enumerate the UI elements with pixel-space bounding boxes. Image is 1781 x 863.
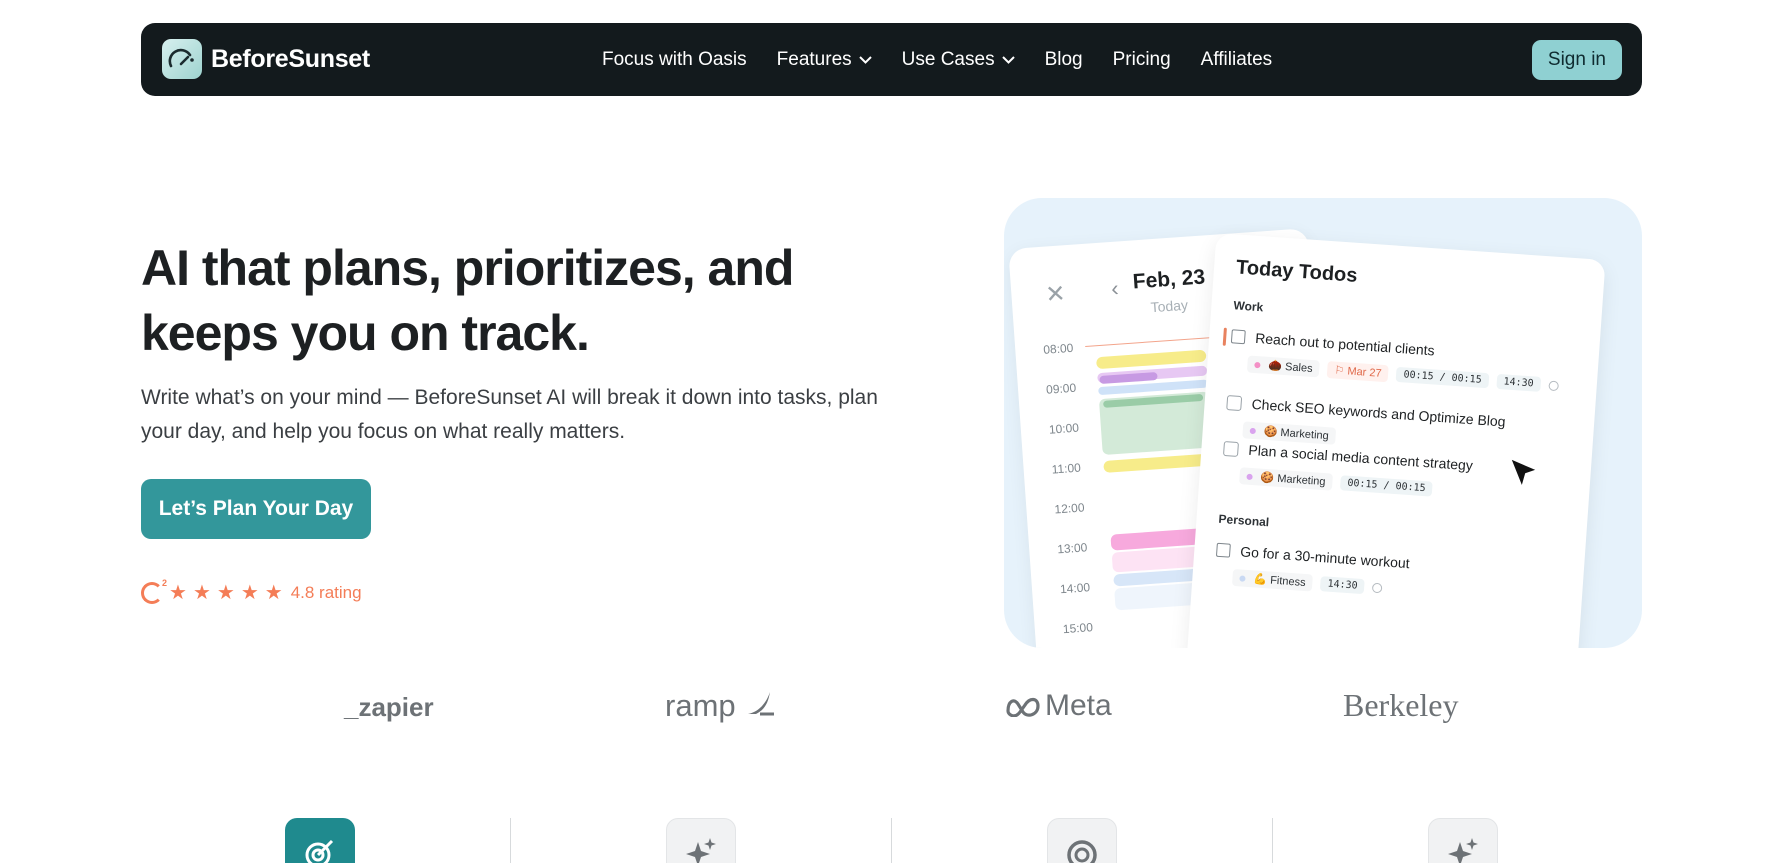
logo-berkeley: Berkeley — [1343, 687, 1459, 723]
section-work: Work — [1233, 298, 1264, 315]
circle-icon[interactable] — [1372, 582, 1383, 593]
cursor-icon — [1508, 456, 1541, 492]
nav-link-affiliates[interactable]: Affiliates — [1201, 49, 1272, 71]
duration: 00:15 / 00:15 — [1396, 366, 1490, 389]
start-time: 14:30 — [1496, 373, 1542, 392]
hour-label: 12:00 — [1054, 500, 1085, 517]
task-item[interactable]: Reach out to potential clients — [1230, 328, 1435, 358]
hour-label: 11:00 — [1051, 460, 1082, 477]
chevron-down-icon — [858, 55, 872, 64]
start-time: 14:30 — [1320, 576, 1366, 595]
logo-zapier: _zapier — [344, 692, 434, 722]
top-nav: BeforeSunset Focus with Oasis Features U… — [141, 23, 1642, 96]
checkbox[interactable] — [1226, 394, 1243, 411]
feature-tab-oasis[interactable] — [1047, 818, 1117, 863]
due-date: ⚐ Mar 27 — [1326, 361, 1390, 383]
brand-logo-icon — [162, 39, 202, 79]
today-todos-card: Today Todos Work Reach out to potential … — [1184, 232, 1606, 648]
calendar-today: Today — [1150, 296, 1189, 316]
hero-title: AI that plans, prioritizes, and keeps yo… — [141, 240, 794, 361]
meta-infinity-icon — [1006, 697, 1040, 717]
sparkles-icon — [1448, 838, 1478, 863]
sparkles-icon — [686, 838, 716, 863]
calendar-event — [1103, 453, 1214, 473]
hour-label: 08:00 — [1042, 340, 1074, 357]
divider — [891, 818, 892, 863]
nav-link-features[interactable]: Features — [777, 49, 872, 71]
logo-ramp: ramp — [665, 688, 776, 724]
todos-title: Today Todos — [1235, 256, 1359, 287]
g2-icon: 2 — [141, 578, 167, 604]
sign-in-button[interactable]: Sign in — [1531, 40, 1622, 80]
tag-marketing: 🍪 Marketing — [1239, 467, 1334, 491]
hour-label: 09:00 — [1045, 380, 1077, 397]
task-tags: 🍪 Marketing — [1242, 421, 1337, 445]
nav-link-focus[interactable]: Focus with Oasis — [602, 49, 747, 71]
duration: 00:15 / 00:15 — [1339, 475, 1434, 497]
circle-icon[interactable] — [1548, 380, 1559, 391]
brand-name: BeforeSunset — [211, 44, 370, 73]
feature-tab-ai[interactable] — [666, 818, 736, 863]
tag-sales: 🌰 Sales — [1246, 355, 1321, 378]
priority-bar — [1222, 327, 1227, 346]
close-icon: ✕ — [1044, 280, 1067, 309]
tag-fitness: 💪 Fitness — [1231, 568, 1314, 592]
target-icon — [305, 839, 334, 863]
divider — [1272, 818, 1273, 863]
calendar-icon — [1215, 542, 1231, 558]
task-item[interactable]: Go for a 30-minute workout — [1215, 542, 1410, 571]
calendar-icon — [1230, 329, 1246, 345]
hour-label: 15:00 — [1062, 620, 1094, 637]
tag-marketing: 🍪 Marketing — [1242, 421, 1337, 445]
feature-tab-focus[interactable] — [285, 818, 355, 863]
hour-label: 10:00 — [1048, 420, 1080, 437]
hero-subtitle: Write what’s on your mind — BeforeSunset… — [141, 386, 878, 443]
star-icon: ★ — [192, 582, 211, 604]
hour-label: 14:00 — [1059, 580, 1091, 597]
task-tags: 🍪 Marketing 00:15 / 00:15 — [1239, 467, 1434, 497]
app-preview: ✕ ‹ Feb, 23 Today 08:00 09:00 10:00 11:0… — [1004, 198, 1642, 648]
section-personal: Personal — [1218, 511, 1270, 530]
hour-label: 13:00 — [1056, 540, 1088, 557]
star-icon: ★ — [216, 582, 235, 604]
brand[interactable]: BeforeSunset — [162, 39, 370, 79]
nav-link-blog[interactable]: Blog — [1045, 49, 1083, 71]
feature-tab-ai-2[interactable] — [1428, 818, 1498, 863]
nav-links: Focus with Oasis Features Use Cases Blog… — [602, 23, 1302, 96]
spiral-icon — [1067, 840, 1097, 863]
customer-logos: _zapier ramp Meta Berkeley — [141, 687, 1642, 728]
plan-your-day-button[interactable]: Let’s Plan Your Day — [141, 479, 371, 539]
star-icon: ★ — [264, 582, 283, 604]
chevron-left-icon: ‹ — [1110, 275, 1120, 301]
star-icon: ★ — [240, 582, 259, 604]
logo-meta: Meta — [1005, 689, 1112, 723]
nav-link-pricing[interactable]: Pricing — [1113, 49, 1171, 71]
task-tags: 💪 Fitness 14:30 — [1231, 568, 1383, 596]
star-icon: ★ — [169, 582, 187, 604]
calendar-date: Feb, 23 — [1132, 265, 1206, 294]
ramp-mark-icon — [747, 692, 774, 716]
divider — [510, 818, 511, 863]
rating: 2 ★ ★ ★ ★ ★ 4.8 rating — [141, 578, 362, 604]
nav-link-use-cases[interactable]: Use Cases — [902, 49, 1015, 71]
task-tags: 🌰 Sales ⚐ Mar 27 00:15 / 00:15 14:30 — [1246, 355, 1559, 394]
rating-text: 4.8 rating — [290, 583, 362, 602]
chevron-down-icon — [1001, 55, 1015, 64]
checkbox[interactable] — [1223, 440, 1240, 457]
